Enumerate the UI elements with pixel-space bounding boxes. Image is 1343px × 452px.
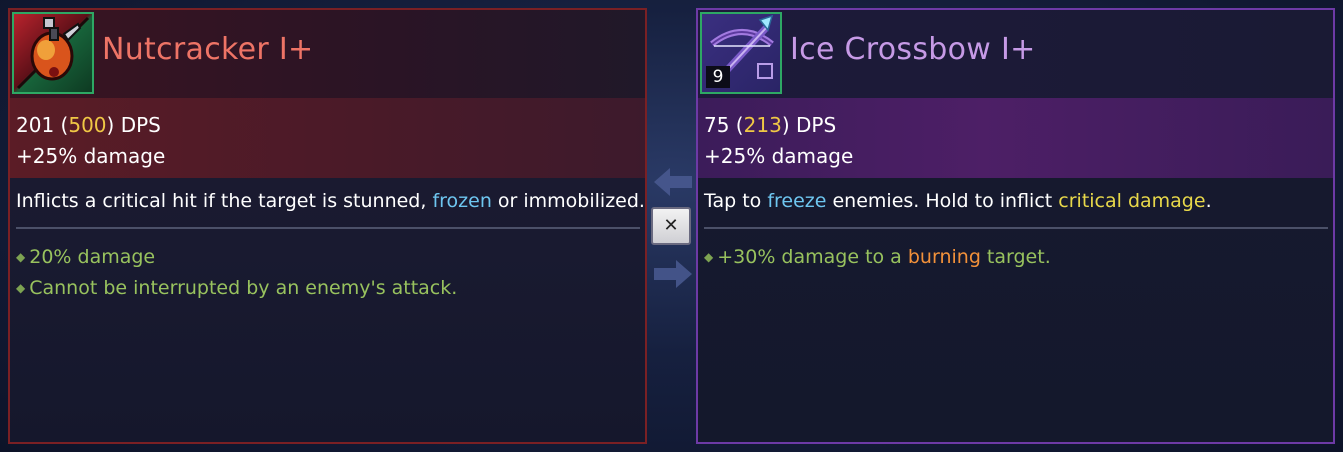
diamond-bullet-icon: ◆ xyxy=(16,250,26,264)
desc-text: enemies. Hold to inflict xyxy=(826,190,1059,212)
item-stats: 75 (213) DPS +25% damage xyxy=(698,98,1333,178)
item-header: 9 Ice Crossbow I+ xyxy=(698,10,1333,98)
desc-text: Inflicts a critical hit if the target is… xyxy=(16,190,433,212)
ice-crossbow-weapon-icon: 9 xyxy=(700,12,782,94)
dps-max-value: 213 xyxy=(743,113,782,137)
desc-keyword-critical: critical damage xyxy=(1058,190,1206,212)
dps-max-value: 500 xyxy=(68,113,107,137)
item-title: Nutcracker I+ xyxy=(102,32,314,67)
desc-text: Tap to xyxy=(704,190,768,212)
bonus-text: +30% damage to a xyxy=(717,246,908,268)
item-bonus-list: ◆ +30% damage to a burning target. xyxy=(704,242,1051,273)
diamond-bullet-icon: ◆ xyxy=(16,281,26,295)
stat-bonus: +25% damage xyxy=(704,144,854,168)
dps-line: 75 (213) DPS xyxy=(704,113,837,137)
bonus-item: ◆ 20% damage xyxy=(16,242,457,273)
bonus-text: target. xyxy=(980,246,1051,268)
item-header: Nutcracker I+ xyxy=(10,10,645,98)
bonus-item: ◆ +30% damage to a burning target. xyxy=(704,242,1051,273)
bonus-keyword-burning: burning xyxy=(907,246,981,268)
item-title: Ice Crossbow I+ xyxy=(790,32,1036,67)
bonus-text: 20% damage xyxy=(29,246,156,268)
item-card-ice-crossbow[interactable]: 9 Ice Crossbow I+ 75 (213) DPS +25% dama… xyxy=(696,8,1335,444)
desc-keyword-freeze: freeze xyxy=(767,190,827,212)
swap-right-arrow-icon xyxy=(654,260,692,288)
dps-line: 201 (500) DPS xyxy=(16,113,161,137)
bonus-item: ◆ Cannot be interrupted by an enemy's att… xyxy=(16,273,457,304)
item-description: Inflicts a critical hit if the target is… xyxy=(16,190,645,212)
bonus-text: Cannot be interrupted by an enemy's atta… xyxy=(29,277,458,299)
diamond-bullet-icon: ◆ xyxy=(704,250,714,264)
dps-unit: DPS xyxy=(120,113,161,137)
divider xyxy=(704,227,1328,229)
desc-keyword-frozen: frozen xyxy=(432,190,492,212)
dps-unit: DPS xyxy=(795,113,837,137)
dps-value: 201 xyxy=(16,113,55,137)
item-count-badge: 9 xyxy=(706,66,730,88)
item-stats: 201 (500) DPS +25% damage xyxy=(10,98,645,178)
nutcracker-weapon-icon xyxy=(12,12,94,94)
item-bonus-list: ◆ 20% damage ◆ Cannot be interrupted by an… xyxy=(16,242,457,304)
swap-close-button[interactable]: ✕ xyxy=(651,207,691,245)
dps-value: 75 xyxy=(704,113,730,137)
item-description: Tap to freeze enemies. Hold to inflict c… xyxy=(704,190,1212,212)
divider xyxy=(16,227,640,229)
stat-bonus: +25% damage xyxy=(16,144,166,168)
desc-text: or immobilized. xyxy=(491,190,645,212)
desc-text: . xyxy=(1205,190,1212,212)
item-card-nutcracker[interactable]: Nutcracker I+ 201 (500) DPS +25% damage … xyxy=(8,8,647,444)
swap-left-arrow-icon xyxy=(654,168,692,196)
